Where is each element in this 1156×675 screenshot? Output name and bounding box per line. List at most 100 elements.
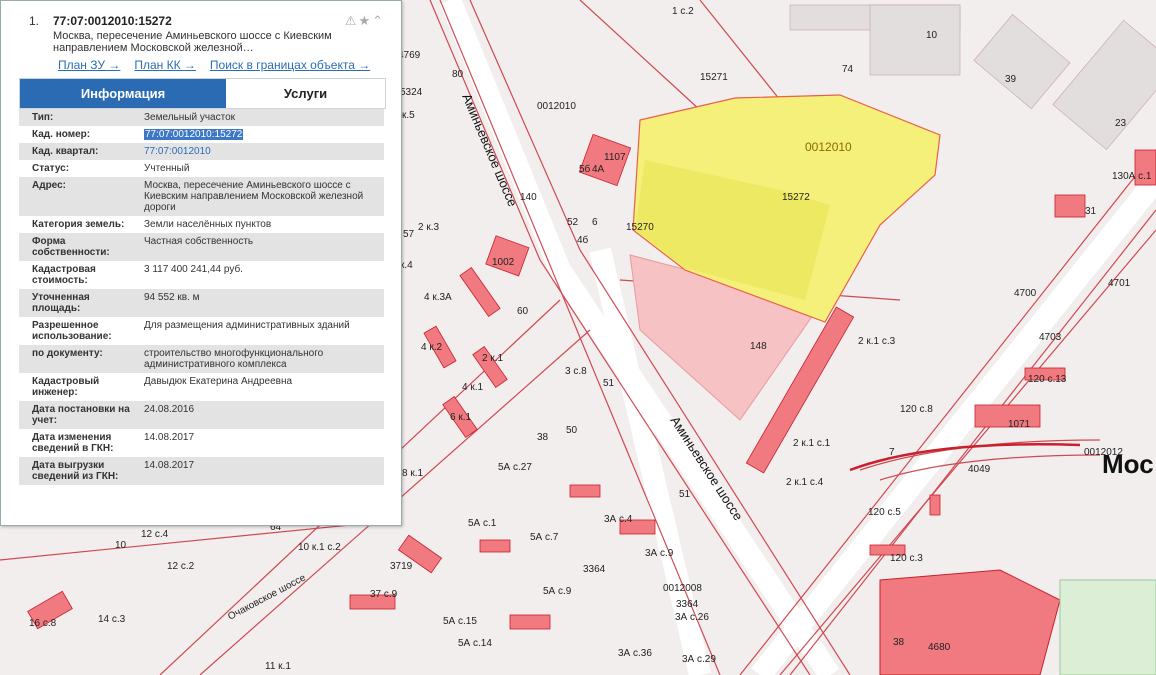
address-label: 5324 <box>400 87 423 98</box>
selected-cad-number[interactable]: 77:07:0012010:15272 <box>144 129 244 140</box>
info-value: Земли населённых пунктов <box>144 219 272 230</box>
info-table: Тип: Земельный участок Кад. номер: 77:07:00… <box>19 109 384 485</box>
info-row: Кадастровая стоимость: 3 117 400 241,44 р… <box>19 261 384 289</box>
address-label: 3А с.36 <box>618 648 652 659</box>
address-label: 4700 <box>1014 288 1037 299</box>
search-in-bounds-link[interactable]: Поиск в границах объекта → <box>210 58 370 72</box>
address-label: 8 к.1 <box>402 468 423 479</box>
address-label: 4701 <box>1108 278 1131 289</box>
info-row: Уточненная площадь: 94 552 кв. м <box>19 289 384 317</box>
chevron-up-icon[interactable]: ⌃ <box>372 13 385 28</box>
info-row: Дата постановки на учет: 24.08.2016 <box>19 401 384 429</box>
info-key: Дата изменения сведений в ГКН: <box>32 432 114 454</box>
info-value: строительство многофункционального админ… <box>144 348 324 370</box>
info-key: Адрес: <box>32 180 66 191</box>
address-label: 4 к.1 <box>462 382 483 393</box>
address-label: 5А с.7 <box>530 532 559 543</box>
address-label: 10 к.1 с.2 <box>298 542 341 553</box>
info-row: Форма собственности: Частная собственност… <box>19 233 384 261</box>
address-label: 31 <box>1085 206 1097 217</box>
address-label: 148 <box>750 341 767 352</box>
info-value[interactable]: 77:07:0012010:15272 <box>140 126 384 143</box>
panel-links: План ЗУ → План КК → Поиск в границах объек… <box>58 58 384 72</box>
address-label: 51 <box>603 378 615 389</box>
info-value: Учтенный <box>144 163 190 174</box>
address-label: 5А с.14 <box>458 638 492 649</box>
info-value: Земельный участок <box>144 112 236 123</box>
star-icon[interactable]: ★ <box>358 13 372 28</box>
info-key: Кад. номер: <box>32 129 91 140</box>
address-label: к.5 <box>402 110 415 121</box>
info-key: Кадастровый инженер: <box>32 376 100 398</box>
info-key: Статус: <box>32 163 70 174</box>
info-key: Дата постановки на учет: <box>32 404 130 426</box>
address-label: 5А с.9 <box>543 586 572 597</box>
address-label: 3А с.29 <box>682 654 716 665</box>
info-row: Кад. квартал: 77:07:0012010 <box>19 143 384 160</box>
quarter-label: 0012008 <box>663 583 702 594</box>
address-label: 4 к.2 <box>421 342 442 353</box>
address-label: 2 к.1 <box>482 353 503 364</box>
address-label: 6 к.1 <box>450 412 471 423</box>
info-value: Для размещения административных зданий <box>144 320 350 331</box>
plan-zu-link[interactable]: План ЗУ → <box>58 58 120 72</box>
address-label: 80 <box>452 69 464 80</box>
address-label: 5б <box>579 163 591 175</box>
address-label: 3364 <box>676 599 699 610</box>
info-key: по документу: <box>32 348 103 359</box>
warning-icon[interactable]: ⚠ <box>345 13 359 28</box>
address-label: 120 с.5 <box>868 507 901 518</box>
address-label: 3А с.9 <box>645 548 674 559</box>
address-label: 10 <box>926 30 938 41</box>
address-label: 5А с.1 <box>468 518 497 529</box>
info-value[interactable]: 77:07:0012010 <box>140 143 384 160</box>
address-label: 2 к.1 с.4 <box>786 477 824 488</box>
info-row: Категория земель: Земли населённых пункто… <box>19 216 384 233</box>
tab-information[interactable]: Информация <box>20 79 226 108</box>
address-label: 2 к.1 с.1 <box>793 438 831 449</box>
address-label: 5А с.15 <box>443 616 477 627</box>
address-label: 3А с.26 <box>675 612 709 623</box>
info-row: Тип: Земельный участок <box>19 109 384 126</box>
address-label: 7 <box>889 447 895 458</box>
info-key: Форма собственности: <box>32 236 110 258</box>
panel-tools: ⚠★⌃ <box>345 13 385 29</box>
info-row: Адрес: Москва, пересечение Аминьевского ш… <box>19 177 384 216</box>
address-label: 38 <box>537 432 549 443</box>
address-label: 50 <box>566 425 578 436</box>
info-key: Тип: <box>32 112 54 123</box>
address-label: 74 <box>842 64 854 75</box>
info-row: Кад. номер: 77:07:0012010:15272 <box>19 126 384 143</box>
address-label: 2 к.3 <box>418 222 439 233</box>
address-label: 1002 <box>492 257 515 268</box>
address-label: 10 <box>115 540 127 551</box>
info-value: 24.08.2016 <box>144 404 195 415</box>
info-key: Категория земель: <box>32 219 125 230</box>
address-label: 52 <box>567 217 579 228</box>
address-label: 14 с.3 <box>98 614 126 625</box>
info-value: Москва, пересечение Аминьевского шоссе с… <box>144 180 364 213</box>
info-value: 3 117 400 241,44 руб. <box>144 264 243 275</box>
address-label: 2 к.1 с.3 <box>858 336 896 347</box>
address-label: 12 с.4 <box>141 529 169 540</box>
info-key: Кад. квартал: <box>32 146 99 157</box>
quarter-label: 0012010 <box>805 140 852 154</box>
address-label: 60 <box>517 306 529 317</box>
cad-quarter-link[interactable]: 77:07:0012010 <box>144 146 211 157</box>
address-label: 140 <box>520 192 537 203</box>
address-label: 1 с.2 <box>672 6 694 17</box>
street-label: Мос <box>1102 449 1154 479</box>
address-label: 4 к.3А <box>424 292 452 303</box>
address-label: 3364 <box>583 564 606 575</box>
info-row: Дата выгрузки сведений из ГКН: 14.08.2017 <box>19 457 384 485</box>
plan-kk-link[interactable]: План КК → <box>134 58 196 72</box>
cadastral-number-title[interactable]: 77:07:0012010:15272 <box>53 14 172 28</box>
tab-services[interactable]: Услуги <box>226 79 385 108</box>
address-label: 3А с.4 <box>604 514 633 525</box>
info-key: Дата выгрузки сведений из ГКН: <box>32 460 119 482</box>
result-index: 1. <box>29 14 40 28</box>
info-row: по документу: строительство многофункцион… <box>19 345 384 373</box>
info-key: Разрешенное использование: <box>32 320 112 342</box>
address-label: 6 <box>592 217 598 228</box>
info-value: 14.08.2017 <box>144 460 195 471</box>
